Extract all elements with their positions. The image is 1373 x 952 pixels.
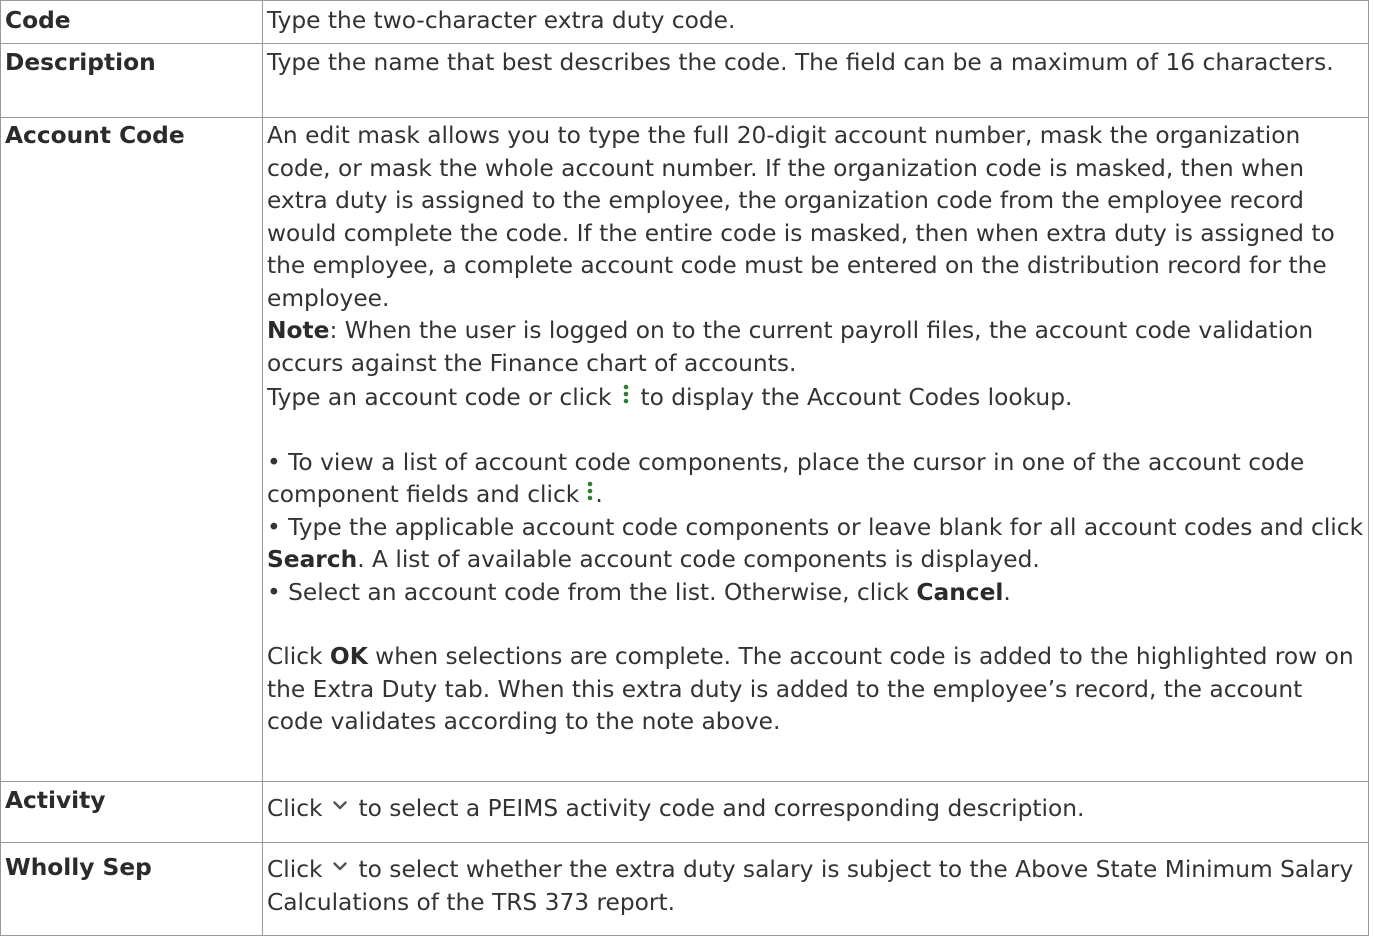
ok-label: OK	[329, 643, 368, 670]
table-row-account-code: Account Code An edit mask allows you to …	[0, 117, 1369, 782]
bullet3-before: • Select an account code from the list. …	[267, 578, 917, 606]
table-row-wholly-sep: Wholly Sep Click to select whether the ex…	[0, 842, 1369, 936]
note-label: Note	[267, 317, 330, 344]
field-description-table: Code Type the two-character extra duty c…	[0, 0, 1369, 936]
field-desc-code: Type the two-character extra duty code.	[262, 0, 1369, 44]
field-desc-activity: Click to select a PEIMS activity code and…	[262, 781, 1369, 843]
field-label-description: Description	[0, 43, 263, 118]
account-code-lookup-line: Type an account code or click to display …	[267, 382, 1364, 415]
bullet1-text: • To view a list of account code compone…	[267, 448, 1305, 509]
wholly-sep-before: Click	[267, 856, 323, 883]
table-row-code: Code Type the two-character extra duty c…	[0, 0, 1369, 44]
account-code-final: Click OK when selections are complete. T…	[267, 641, 1364, 739]
field-label-account-code: Account Code	[0, 117, 263, 782]
final-before: Click	[267, 643, 330, 670]
account-code-intro: An edit mask allows you to type the full…	[267, 122, 1335, 312]
bullet-search: • Type the applicable account code compo…	[267, 512, 1364, 577]
field-label-code: Code	[0, 0, 263, 44]
note-text: : When the user is logged on to the curr…	[267, 317, 1314, 377]
field-desc-account-code: An edit mask allows you to type the full…	[262, 117, 1369, 782]
account-code-note: Note: When the user is logged on to the …	[267, 315, 1364, 380]
field-desc-description: Type the name that best describes the co…	[262, 43, 1369, 118]
lookup-text-before: Type an account code or click	[267, 384, 612, 411]
vertical-dots-icon[interactable]	[623, 383, 629, 405]
chevron-down-icon[interactable]	[332, 862, 347, 871]
chevron-down-icon[interactable]	[332, 801, 347, 810]
bullet3-after: .	[1003, 578, 1011, 606]
bullet-select: • Select an account code from the list. …	[267, 577, 1364, 610]
field-label-activity: Activity	[0, 781, 263, 843]
bullet2-before: • Type the applicable account code compo…	[267, 513, 1364, 541]
wholly-sep-after: to select whether the extra duty salary …	[267, 856, 1354, 916]
bullet2-after: . A list of available account code compo…	[357, 546, 1040, 573]
lookup-text-after: to display the Account Codes lookup.	[640, 384, 1073, 411]
cancel-label: Cancel	[916, 578, 1004, 606]
bullet-view-components: • To view a list of account code compone…	[267, 447, 1364, 512]
table-row-description: Description Type the name that best desc…	[0, 43, 1369, 118]
bullet1-end: .	[595, 481, 603, 508]
table-row-activity: Activity Click to select a PEIMS activity…	[0, 781, 1369, 843]
activity-before: Click	[267, 795, 323, 822]
field-label-wholly-sep: Wholly Sep	[0, 842, 263, 936]
search-label: Search	[267, 546, 358, 573]
activity-after: to select a PEIMS activity code and corr…	[358, 795, 1085, 822]
field-desc-wholly-sep: Click to select whether the extra duty sa…	[262, 842, 1369, 936]
vertical-dots-icon[interactable]	[587, 480, 593, 502]
final-after: when selections are complete. The accoun…	[267, 643, 1354, 735]
